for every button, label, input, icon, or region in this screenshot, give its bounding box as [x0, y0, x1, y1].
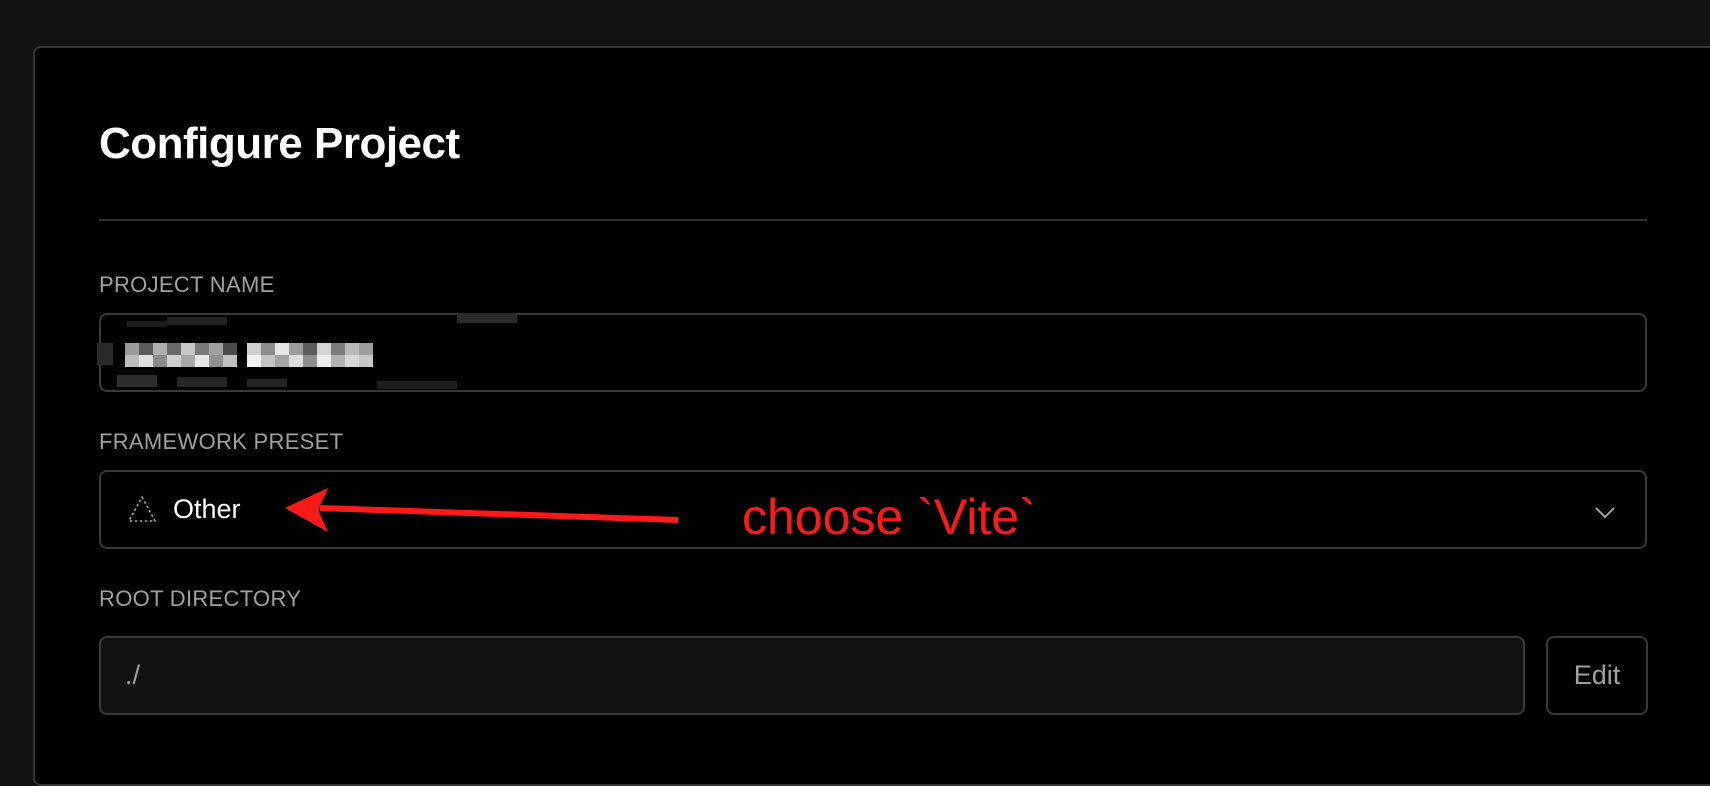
root-directory-input: ./ [99, 636, 1525, 715]
triangle-dotted-icon [127, 495, 157, 522]
framework-preset-value: Other [173, 494, 241, 524]
project-name-input[interactable] [97, 313, 1647, 392]
configure-project-card: Configure Project PROJECT NAME FRAMEWORK… [33, 46, 1710, 786]
project-name-label: PROJECT NAME [99, 272, 275, 297]
framework-preset-label: FRAMEWORK PRESET [99, 429, 344, 454]
annotation-text: choose `Vite` [742, 489, 1036, 545]
page-title: Configure Project [99, 119, 460, 168]
redacted-name-pixelation [97, 313, 517, 389]
edit-root-directory-button[interactable]: Edit [1546, 636, 1648, 715]
title-divider [99, 219, 1647, 221]
root-directory-label: ROOT DIRECTORY [99, 586, 302, 611]
chevron-down-icon [1595, 507, 1615, 519]
root-directory-value: ./ [125, 660, 141, 690]
